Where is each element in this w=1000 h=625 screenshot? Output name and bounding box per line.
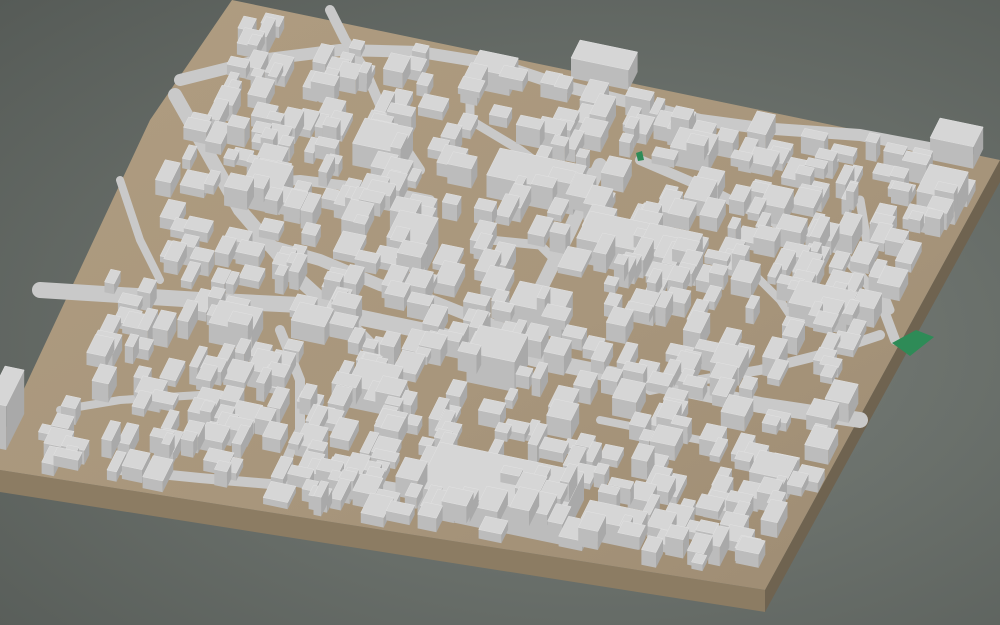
building-front-wall (846, 190, 854, 211)
building-front-wall (924, 215, 941, 238)
building-front-wall (264, 198, 278, 216)
building-front-wall (177, 319, 188, 340)
building (515, 114, 545, 149)
building (865, 132, 881, 162)
building (890, 180, 913, 207)
building (488, 104, 513, 129)
building-front-wall (745, 307, 754, 325)
building-large (290, 301, 334, 345)
building-front-wall (304, 151, 314, 165)
building (617, 520, 646, 550)
building (441, 192, 462, 222)
building (664, 524, 690, 559)
building (618, 132, 635, 158)
building-front-wall (91, 380, 109, 403)
building (924, 207, 945, 238)
building-front-wall (299, 396, 311, 416)
building-front-wall (0, 404, 7, 450)
building-front-wall (549, 231, 566, 255)
building-front-wall (655, 305, 666, 327)
building-front-wall (256, 381, 265, 402)
building (515, 365, 534, 390)
building-front-wall (152, 327, 168, 348)
building (753, 224, 781, 258)
building-front-wall (631, 458, 648, 480)
building (213, 460, 232, 488)
building-front-wall (442, 201, 458, 222)
building-front-wall (358, 71, 367, 93)
building-front-wall (313, 495, 322, 517)
building (530, 173, 558, 203)
building-front-wall (593, 251, 606, 274)
building-front-wall (289, 270, 299, 291)
building-large (929, 117, 984, 169)
building-front-wall (318, 170, 327, 188)
building (446, 151, 478, 189)
building-front-wall (225, 282, 234, 295)
building (223, 172, 255, 211)
building-front-wall (124, 345, 134, 365)
building (735, 535, 766, 568)
building-front-wall (619, 140, 630, 158)
building (180, 429, 198, 458)
building (226, 114, 251, 148)
building (761, 413, 782, 435)
building-front-wall (865, 140, 877, 162)
building (491, 300, 515, 322)
building-front-wall (180, 438, 194, 458)
building (908, 210, 925, 234)
building-front-wall (161, 443, 170, 459)
building (457, 341, 482, 375)
building-front-wall (531, 377, 541, 398)
building (550, 134, 570, 162)
building-front-wall (101, 438, 112, 459)
city-model-scene[interactable] (0, 0, 1000, 625)
building-front-wall (214, 469, 227, 488)
building (235, 239, 266, 269)
map-viewport[interactable] (0, 0, 1000, 625)
building-front-wall (274, 274, 284, 295)
building (441, 486, 474, 524)
building (686, 132, 709, 161)
building-front-wall (182, 158, 191, 170)
